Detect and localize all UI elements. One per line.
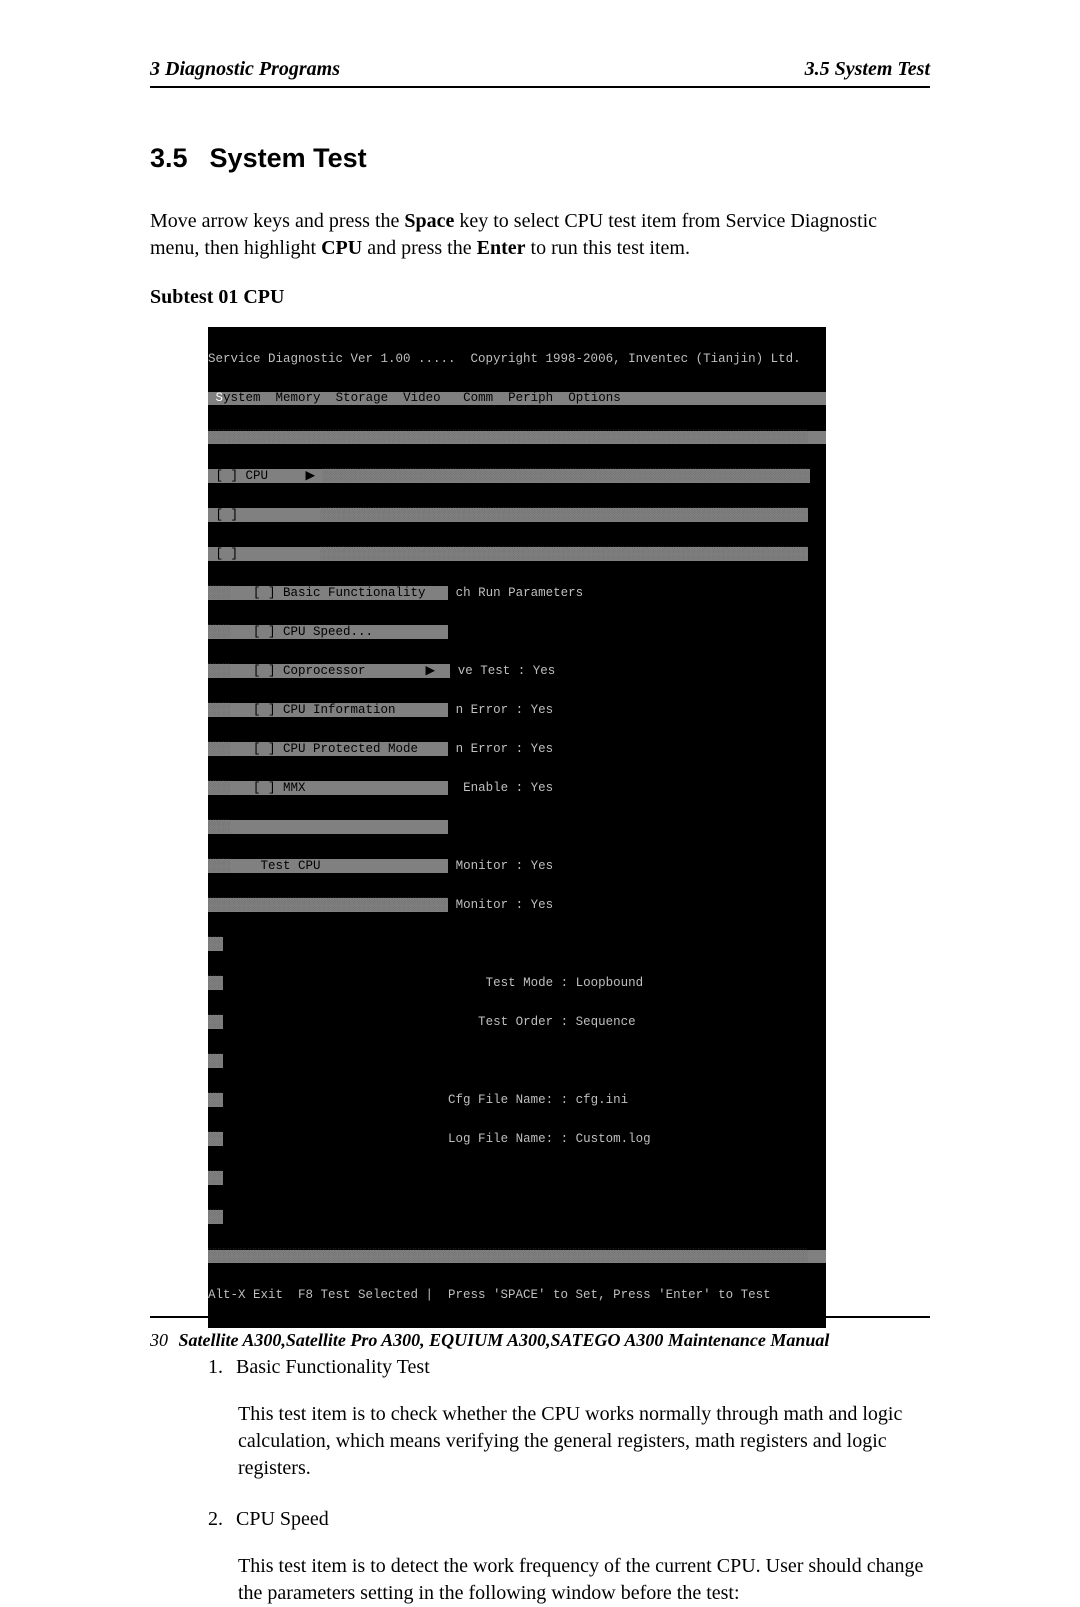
param-cfg-file: ░░ Cfg File Name: : cfg.ini [208, 1094, 826, 1107]
menu-comm: Comm [463, 391, 493, 405]
intro-paragraph: Move arrow keys and press the Space key … [150, 208, 930, 262]
numbered-list: 1.Basic Functionality Test This test ite… [208, 1354, 930, 1607]
list-item: 1.Basic Functionality Test [208, 1354, 930, 1381]
submenu-basic: ░░░ [ ] Basic Functionality ch Run Param… [208, 587, 826, 600]
shade-row: ░░░░░░░░░░░░░░░░░░░░░░░░░░░░░░░░░░░░░░░░… [208, 431, 826, 444]
cpu-row: [ ] CPU ▶ ░░░░░░░░░░░░░░░░░░░░░░░░░░░░░░… [208, 470, 826, 483]
submenu-info: ░░░ [ ] CPU Information n Error : Yes [208, 704, 826, 717]
key-enter: Enter [477, 237, 526, 259]
section-heading: 3.5 System Test [150, 143, 930, 174]
item-title: CPU Speed [236, 1508, 329, 1530]
menu-video: Video [403, 391, 441, 405]
section-title: System Test [210, 143, 367, 173]
run-parameters-header: ch Run Parameters [456, 586, 584, 600]
dos-screenshot: Service Diagnostic Ver 1.00 ..... Copyri… [208, 327, 930, 1328]
item-body: This test item is to detect the work fre… [238, 1553, 930, 1607]
page-number: 30 [150, 1330, 168, 1350]
list-item: 2.CPU Speed [208, 1506, 930, 1533]
footer-rule [150, 1316, 930, 1318]
param-log-file: ░░ Log File Name: : Custom.log [208, 1133, 826, 1146]
menu-options: Options [568, 391, 621, 405]
submenu-protected: ░░░ [ ] CPU Protected Mode n Error : Yes [208, 743, 826, 756]
param-test-order: ░░ Test Order : Sequence [208, 1016, 826, 1029]
dos-menubar: System Memory Storage Video Comm Periph … [208, 392, 826, 405]
item-body: This test item is to check whether the C… [238, 1401, 930, 1482]
submenu-mmx: ░░░ [ ] MMX Enable : Yes [208, 782, 826, 795]
page-footer: 30 Satellite A300,Satellite Pro A300, EQ… [150, 1316, 930, 1351]
header-right: 3.5 System Test [805, 58, 930, 81]
page-header: 3 Diagnostic Programs 3.5 System Test [150, 58, 930, 88]
section-number: 3.5 [150, 143, 188, 173]
menu-memory: Memory [276, 391, 321, 405]
header-left: 3 Diagnostic Programs [150, 58, 340, 81]
menu-periph: Periph [508, 391, 553, 405]
key-space: Space [404, 210, 454, 232]
item-title: Basic Functionality Test [236, 1356, 430, 1378]
key-cpu: CPU [321, 237, 362, 259]
submenu-coprocessor: ░░░ [ ] Coprocessor ▶ ve Test : Yes [208, 665, 826, 678]
menu-storage: Storage [336, 391, 389, 405]
menu-system: S [216, 391, 224, 405]
submenu-testcpu: ░░░ Test CPU Monitor : Yes [208, 860, 826, 873]
subtest-heading: Subtest 01 CPU [150, 286, 930, 309]
dos-statusbar: Alt-X Exit F8 Test Selected | Press 'SPA… [208, 1289, 826, 1302]
dos-title: Service Diagnostic Ver 1.00 ..... Copyri… [208, 353, 826, 366]
param-test-mode: ░░ Test Mode : Loopbound [208, 977, 826, 990]
dos-window: Service Diagnostic Ver 1.00 ..... Copyri… [208, 327, 826, 1328]
footer-title: Satellite A300,Satellite Pro A300, EQUIU… [179, 1330, 830, 1350]
submenu-speed: ░░░ [ ] CPU Speed... [208, 626, 826, 639]
